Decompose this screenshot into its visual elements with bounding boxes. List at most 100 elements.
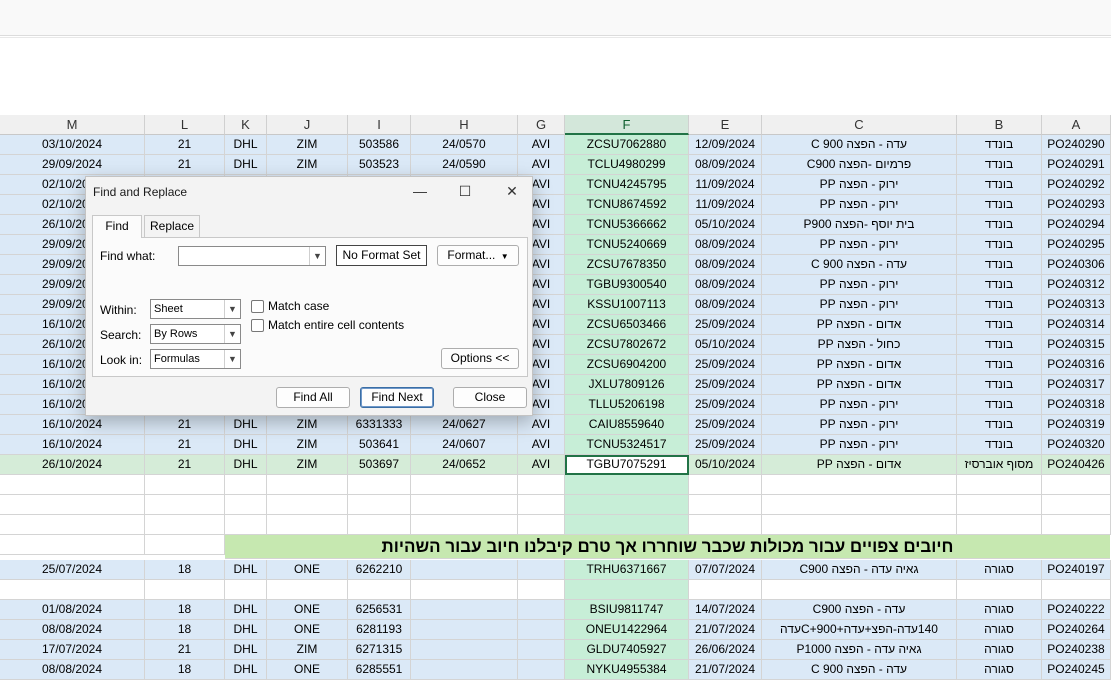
cell-l[interactable]: 21: [145, 155, 225, 175]
cell-e[interactable]: 25/09/2024: [689, 355, 762, 375]
cell-c[interactable]: אדום - הפצה PP: [762, 355, 957, 375]
cell-f[interactable]: [565, 495, 689, 515]
cell-m[interactable]: 26/10/2024: [0, 455, 145, 475]
cell-h[interactable]: [411, 640, 518, 660]
cell-a[interactable]: PO240294: [1042, 215, 1111, 235]
find-next-button[interactable]: Find Next: [360, 387, 434, 408]
cell-j[interactable]: ZIM: [267, 155, 348, 175]
cell-i[interactable]: 6256531: [348, 600, 411, 620]
cell-e[interactable]: 08/09/2024: [689, 235, 762, 255]
cell-e[interactable]: 25/09/2024: [689, 375, 762, 395]
cell-c[interactable]: 140עדה-הפצ+עדה+900+Cעדה: [762, 620, 957, 640]
cell-k[interactable]: DHL: [225, 135, 267, 155]
cell-b[interactable]: בונדד: [957, 255, 1042, 275]
cell-g[interactable]: [518, 495, 565, 515]
cell-e[interactable]: 14/07/2024: [689, 600, 762, 620]
cell-b[interactable]: [957, 475, 1042, 495]
cell-m[interactable]: 25/07/2024: [0, 560, 145, 580]
cell-g[interactable]: AVI: [518, 435, 565, 455]
cell-b[interactable]: בונדד: [957, 435, 1042, 455]
cell-c[interactable]: בית יוסף -הפצה P900: [762, 215, 957, 235]
cell-a[interactable]: PO240306: [1042, 255, 1111, 275]
cell-b[interactable]: בונדד: [957, 355, 1042, 375]
cell-j[interactable]: ZIM: [267, 455, 348, 475]
cell-h[interactable]: 24/0570: [411, 135, 518, 155]
cell-m[interactable]: [0, 535, 145, 555]
cell-b[interactable]: [957, 580, 1042, 600]
cell-h[interactable]: 24/0590: [411, 155, 518, 175]
cell-c[interactable]: עדה - הפצה C 900: [762, 660, 957, 680]
cell-a[interactable]: PO240320: [1042, 435, 1111, 455]
cell-f[interactable]: [565, 515, 689, 535]
cell-i[interactable]: 6281193: [348, 620, 411, 640]
cell-f[interactable]: ZCSU7062880: [565, 135, 689, 155]
cell-a[interactable]: PO240290: [1042, 135, 1111, 155]
column-header-i[interactable]: I: [348, 115, 411, 135]
cell-k[interactable]: DHL: [225, 415, 267, 435]
cell-l[interactable]: 18: [145, 660, 225, 680]
cell-i[interactable]: [348, 515, 411, 535]
cell-e[interactable]: [689, 495, 762, 515]
cell-c[interactable]: גאיה עדה - הפצה C900: [762, 560, 957, 580]
cell-b[interactable]: בונדד: [957, 335, 1042, 355]
cell-e[interactable]: 25/09/2024: [689, 315, 762, 335]
cell-i[interactable]: [348, 475, 411, 495]
cell-b[interactable]: סגורה: [957, 600, 1042, 620]
cell-k[interactable]: DHL: [225, 640, 267, 660]
column-header-g[interactable]: G: [518, 115, 565, 135]
cell-e[interactable]: 21/07/2024: [689, 620, 762, 640]
cell-m[interactable]: 16/10/2024: [0, 415, 145, 435]
cell-l[interactable]: 21: [145, 135, 225, 155]
cell-f[interactable]: NYKU4955384: [565, 660, 689, 680]
cell-b[interactable]: בונדד: [957, 135, 1042, 155]
cell-c[interactable]: [762, 515, 957, 535]
cell-a[interactable]: PO240319: [1042, 415, 1111, 435]
cell-f[interactable]: KSSU1007113: [565, 295, 689, 315]
cell-e[interactable]: 25/09/2024: [689, 415, 762, 435]
cell-c[interactable]: ירוק - הפצה PP: [762, 415, 957, 435]
cell-i[interactable]: [348, 580, 411, 600]
cell-l[interactable]: [145, 580, 225, 600]
cell-b[interactable]: בונדד: [957, 215, 1042, 235]
cell-g[interactable]: AVI: [518, 415, 565, 435]
cell-i[interactable]: 503586: [348, 135, 411, 155]
cell-a[interactable]: PO240317: [1042, 375, 1111, 395]
cell-l[interactable]: 18: [145, 600, 225, 620]
cell-g[interactable]: [518, 515, 565, 535]
cell-k[interactable]: DHL: [225, 455, 267, 475]
cell-c[interactable]: ירוק - הפצה PP: [762, 275, 957, 295]
cell-c[interactable]: ירוק - הפצה PP: [762, 295, 957, 315]
cell-f[interactable]: ZCSU6904200: [565, 355, 689, 375]
cell-k[interactable]: DHL: [225, 155, 267, 175]
cell-e[interactable]: 05/10/2024: [689, 455, 762, 475]
cell-a[interactable]: PO240245: [1042, 660, 1111, 680]
column-header-e[interactable]: E: [689, 115, 762, 135]
column-header-b[interactable]: B: [957, 115, 1042, 135]
cell-g[interactable]: AVI: [518, 135, 565, 155]
cell-a[interactable]: PO240295: [1042, 235, 1111, 255]
cell-l[interactable]: 21: [145, 435, 225, 455]
cell-f[interactable]: [565, 475, 689, 495]
cell-f[interactable]: TRHU6371667: [565, 560, 689, 580]
cell-m[interactable]: 03/10/2024: [0, 135, 145, 155]
match-case-checkbox[interactable]: [251, 300, 264, 313]
cell-j[interactable]: ZIM: [267, 135, 348, 155]
cell-b[interactable]: בונדד: [957, 295, 1042, 315]
cell-f[interactable]: ZCSU6503466: [565, 315, 689, 335]
cell-f[interactable]: ZCSU7802672: [565, 335, 689, 355]
cell-a[interactable]: PO240316: [1042, 355, 1111, 375]
cell-l[interactable]: [145, 475, 225, 495]
close-icon[interactable]: ✕: [500, 181, 524, 201]
cell-m[interactable]: [0, 515, 145, 535]
cell-b[interactable]: [957, 495, 1042, 515]
cell-c[interactable]: ירוק - הפצה PP: [762, 435, 957, 455]
cell-g[interactable]: [518, 580, 565, 600]
cell-e[interactable]: [689, 475, 762, 495]
cell-j[interactable]: ONE: [267, 600, 348, 620]
cell-k[interactable]: [225, 580, 267, 600]
cell-j[interactable]: [267, 495, 348, 515]
cell-b[interactable]: בונדד: [957, 195, 1042, 215]
cell-l[interactable]: 21: [145, 415, 225, 435]
cell-f[interactable]: TCNU5366662: [565, 215, 689, 235]
cell-i[interactable]: 6285551: [348, 660, 411, 680]
